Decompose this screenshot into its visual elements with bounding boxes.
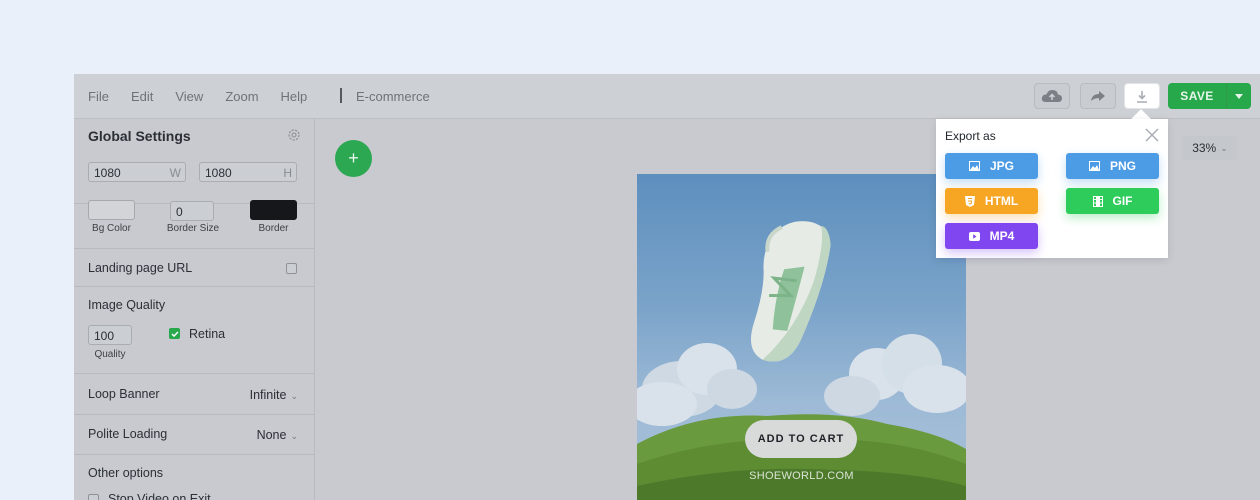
export-gif-button[interactable]: GIF bbox=[1066, 188, 1159, 214]
export-mp4-label: MP4 bbox=[989, 229, 1015, 243]
export-gif-label: GIF bbox=[1112, 194, 1133, 208]
site-url-text: SHOEWORLD.COM bbox=[749, 470, 854, 482]
width-value: 1080 bbox=[94, 166, 121, 180]
download-icon bbox=[1137, 90, 1147, 103]
export-mp4-button[interactable]: MP4 bbox=[945, 223, 1038, 249]
polite-loading-value: None bbox=[256, 428, 287, 442]
quality-input[interactable]: 100 bbox=[88, 325, 132, 345]
export-html-label: HTML bbox=[984, 194, 1019, 208]
gear-icon[interactable] bbox=[287, 128, 301, 142]
video-icon bbox=[968, 231, 980, 241]
border-color-picker[interactable] bbox=[250, 200, 297, 220]
close-icon[interactable] bbox=[1144, 127, 1160, 143]
cloud-icon bbox=[1041, 89, 1063, 102]
sneaker-illustration bbox=[750, 221, 831, 362]
bg-color-picker[interactable] bbox=[88, 200, 135, 220]
retina-label: Retina bbox=[189, 327, 226, 341]
height-value: 1080 bbox=[205, 166, 232, 180]
border-size-input[interactable]: 0 bbox=[170, 201, 214, 221]
stop-video-checkbox[interactable] bbox=[88, 494, 99, 500]
quality-label: Quality bbox=[94, 349, 126, 360]
export-png-label: PNG bbox=[1109, 159, 1136, 173]
other-options-title: Other options bbox=[88, 466, 164, 480]
cloud-upload-button[interactable] bbox=[1034, 83, 1070, 109]
title-divider bbox=[340, 88, 342, 103]
download-button[interactable] bbox=[1124, 83, 1160, 109]
loop-banner-value: Infinite bbox=[249, 388, 287, 402]
export-popover: Export as JPG PNG HTML GIF MP4 bbox=[936, 119, 1168, 258]
add-element-button[interactable]: + bbox=[335, 140, 372, 177]
height-suffix: H bbox=[283, 166, 292, 180]
bg-color-label: Bg Color bbox=[92, 223, 131, 234]
landing-page-label: Landing page URL bbox=[88, 261, 193, 275]
width-suffix: W bbox=[169, 166, 181, 180]
polite-loading-section[interactable]: Polite Loading None ⌄ bbox=[74, 415, 314, 455]
quality-value: 100 bbox=[94, 329, 115, 343]
menu-zoom[interactable]: Zoom bbox=[225, 89, 258, 104]
export-html-button[interactable]: HTML bbox=[945, 188, 1038, 214]
menu-view[interactable]: View bbox=[175, 89, 203, 104]
banner-canvas[interactable]: ADD TO CART SHOEWORLD.COM bbox=[637, 174, 966, 500]
chevron-down-icon: ⌄ bbox=[290, 391, 298, 401]
share-button[interactable] bbox=[1080, 83, 1116, 109]
chevron-down-icon: ⌄ bbox=[290, 431, 298, 441]
film-icon bbox=[1092, 195, 1103, 207]
zoom-value: 33% bbox=[1192, 141, 1217, 155]
polite-loading-dropdown[interactable]: None ⌄ bbox=[257, 428, 298, 442]
export-jpg-button[interactable]: JPG bbox=[945, 153, 1038, 179]
loop-banner-section[interactable]: Loop Banner Infinite ⌄ bbox=[74, 374, 314, 415]
add-to-cart-button[interactable]: ADD TO CART bbox=[745, 420, 857, 458]
image-icon bbox=[968, 161, 980, 171]
share-icon bbox=[1091, 91, 1105, 101]
export-png-button[interactable]: PNG bbox=[1066, 153, 1159, 179]
zoom-dropdown[interactable]: 33% ⌄ bbox=[1182, 136, 1238, 160]
landing-page-section: Landing page URL bbox=[74, 249, 314, 287]
menu-file[interactable]: File bbox=[88, 89, 109, 104]
image-quality-title: Image Quality bbox=[88, 298, 166, 312]
settings-sidebar: Global Settings 1080 W 1080 H Bg Color 0… bbox=[74, 119, 315, 500]
top-bar: File Edit View Zoom Help E-commerce SAVE bbox=[74, 74, 1260, 119]
global-settings-title: Global Settings bbox=[88, 128, 191, 144]
check-icon bbox=[170, 330, 179, 337]
landing-page-checkbox[interactable] bbox=[286, 263, 297, 274]
save-button[interactable]: SAVE bbox=[1168, 83, 1251, 109]
stop-video-label: Stop Video on Exit bbox=[108, 492, 211, 500]
html5-icon bbox=[964, 195, 975, 207]
border-size-label: Border Size bbox=[166, 223, 220, 234]
export-title: Export as bbox=[945, 129, 996, 143]
clouds-illustration bbox=[637, 334, 966, 426]
menu-bar: File Edit View Zoom Help bbox=[88, 74, 329, 119]
polite-loading-label: Polite Loading bbox=[88, 427, 168, 441]
loop-banner-dropdown[interactable]: Infinite ⌄ bbox=[250, 388, 298, 402]
export-jpg-label: JPG bbox=[989, 159, 1014, 173]
menu-help[interactable]: Help bbox=[281, 89, 308, 104]
menu-edit[interactable]: Edit bbox=[131, 89, 153, 104]
caret-down-icon bbox=[1235, 93, 1243, 99]
image-quality-section: Image Quality 100 Quality Retina bbox=[74, 287, 314, 374]
retina-checkbox[interactable] bbox=[169, 328, 180, 339]
document-title[interactable]: E-commerce bbox=[356, 89, 430, 104]
loop-banner-label: Loop Banner bbox=[88, 387, 160, 401]
width-input[interactable]: 1080 W bbox=[88, 162, 186, 182]
save-label: SAVE bbox=[1180, 89, 1214, 103]
save-options-toggle[interactable] bbox=[1226, 83, 1251, 109]
chevron-down-icon: ⌄ bbox=[1220, 142, 1228, 153]
plus-icon: + bbox=[348, 148, 359, 168]
height-input[interactable]: 1080 H bbox=[199, 162, 297, 182]
border-size-value: 0 bbox=[176, 205, 183, 219]
border-label: Border bbox=[258, 223, 289, 234]
image-icon bbox=[1088, 161, 1100, 171]
